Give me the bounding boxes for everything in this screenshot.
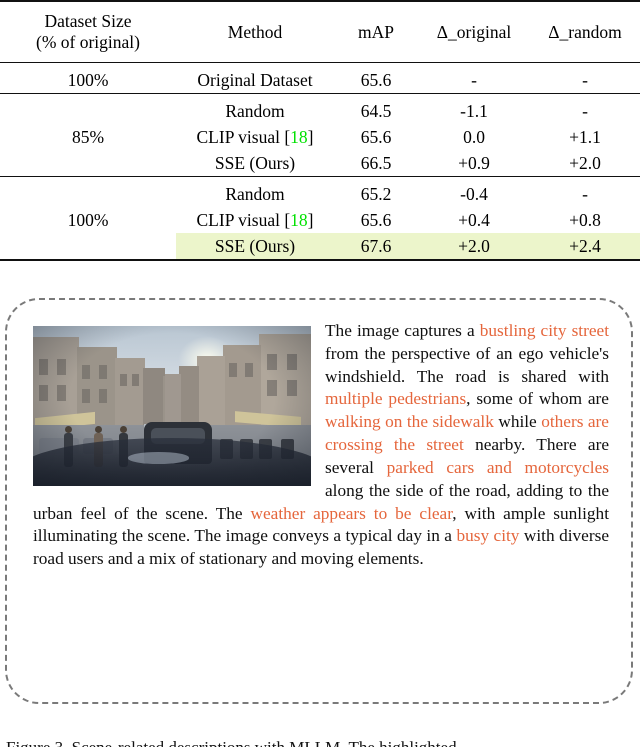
description-text-segment: The image captures a — [325, 321, 480, 340]
cell-method: SSE (Ours) — [214, 152, 296, 173]
dataset-size-line-2: (% of original) — [36, 32, 140, 52]
cell-delta-random: - — [582, 69, 588, 90]
cell-delta-random: +1.1 — [569, 126, 601, 147]
cell-method: Original Dataset — [197, 69, 313, 90]
table-header-row: Dataset Size (% of original) Method mAP … — [0, 1, 640, 63]
example-description-panel: The image captures a bustling city stree… — [5, 298, 633, 704]
cell-method: Random — [225, 100, 285, 121]
cell-method: Random — [225, 183, 285, 204]
table-row: 100% Random 65.2 -0.4 - — [0, 176, 640, 230]
lens-vignette — [33, 326, 311, 486]
description-text-segment: , some of whom are — [466, 389, 609, 409]
description-text-segment: from the perspective of an ego vehicle's… — [325, 343, 609, 386]
cell-delta-random: - — [582, 183, 588, 204]
cell-method: CLIP visual [18] — [196, 209, 314, 230]
cell-map: 65.6 — [360, 126, 392, 147]
scene-thumbnail-image — [33, 326, 311, 486]
cell-dataset-size: 85% — [71, 126, 105, 147]
column-header-map: mAP — [358, 21, 394, 42]
column-header-delta-random: Δ_random — [548, 21, 622, 42]
cell-delta-random: +0.8 — [569, 209, 601, 230]
highlighted-keyword: walking on the sidewalk — [325, 412, 494, 432]
cell-method: CLIP visual [18] — [196, 126, 314, 147]
cell-map: 65.2 — [360, 183, 392, 204]
description-text-segment: while — [493, 412, 542, 432]
cell-dataset-size: 100% — [67, 69, 109, 90]
cell-delta-original: +0.4 — [458, 209, 490, 230]
cell-delta-random: +2.4 — [530, 233, 640, 260]
table-row: 100% Original Dataset 65.6 - - — [0, 62, 640, 94]
cell-map: 66.5 — [360, 152, 392, 173]
highlighted-keyword: weather appears to be clear — [250, 503, 453, 523]
column-header-delta-original: Δ_original — [436, 21, 512, 42]
column-header-method: Method — [227, 21, 283, 42]
cell-delta-original: -1.1 — [460, 100, 488, 121]
highlighted-keyword: bustling city street — [479, 321, 610, 340]
table-header: Dataset Size (% of original) Method mAP … — [0, 1, 640, 63]
highlighted-keyword: multiple pedestrians — [325, 389, 467, 409]
table-row: 85% Random 64.5 -1.1 - — [0, 93, 640, 147]
highlighted-keyword: busy city — [456, 526, 520, 546]
dataset-size-line-1: Dataset Size — [44, 11, 132, 32]
cell-map: 67.6 — [334, 233, 418, 260]
cell-delta-original: +0.9 — [458, 152, 490, 173]
cell-map: 65.6 — [360, 209, 392, 230]
column-header-dataset-size: Dataset Size (% of original) — [0, 1, 176, 63]
cell-delta-random: +2.0 — [569, 152, 601, 173]
highlighted-keyword: parked cars and motorcycles — [386, 457, 609, 477]
citation-link[interactable]: 18 — [290, 127, 308, 147]
cell-delta-original: - — [471, 69, 477, 90]
cell-delta-original: +2.0 — [418, 233, 530, 260]
cell-map: 65.6 — [360, 69, 392, 90]
cell-method: SSE (Ours) — [176, 233, 334, 260]
cell-delta-random: - — [582, 100, 588, 121]
panel-content: The image captures a bustling city stree… — [33, 320, 609, 571]
citation-link[interactable]: 18 — [290, 210, 308, 230]
cell-dataset-size: 100% — [67, 209, 109, 230]
cell-delta-original: 0.0 — [463, 126, 485, 147]
table-body: 100% Original Dataset 65.6 - - 85% Random 64.5 -… — [0, 62, 640, 260]
results-table-container: Dataset Size (% of original) Method mAP … — [0, 0, 640, 261]
cell-map: 64.5 — [360, 100, 392, 121]
results-table: Dataset Size (% of original) Method mAP … — [0, 0, 640, 261]
cell-delta-original: -0.4 — [460, 183, 488, 204]
figure-caption: Figure 3. Scene-related descriptions wit… — [6, 737, 634, 747]
